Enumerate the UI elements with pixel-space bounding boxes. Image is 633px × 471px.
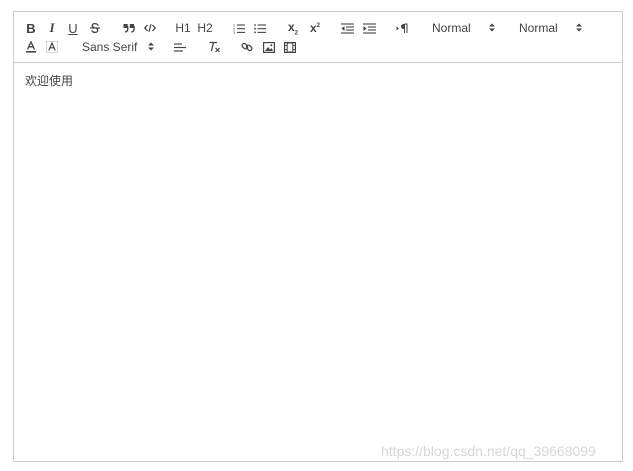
superscript-button[interactable]: x2 xyxy=(306,19,324,37)
text-color-button[interactable] xyxy=(22,38,40,56)
strike-button[interactable] xyxy=(86,19,104,37)
underline-button[interactable]: U xyxy=(64,19,82,37)
svg-text:3: 3 xyxy=(233,31,235,34)
picker-arrows-icon xyxy=(576,23,582,32)
outdent-button[interactable] xyxy=(338,19,356,37)
ordered-list-button[interactable]: 1 2 3 xyxy=(230,19,248,37)
strikethrough-icon xyxy=(90,22,100,34)
h2-icon: H2 xyxy=(197,21,213,35)
subscript-base: x xyxy=(287,19,295,34)
header-picker-label: Normal xyxy=(519,21,558,35)
header-1-button[interactable]: H1 xyxy=(173,19,193,37)
font-picker-label: Sans Serif xyxy=(82,40,138,54)
subscript-button[interactable]: x2 xyxy=(284,19,302,37)
blockquote-button[interactable] xyxy=(120,19,138,37)
rich-text-editor: B I U H1 H2 1 2 3 x2 x2 Normal Normal Sa… xyxy=(13,11,623,462)
picker-arrows-icon xyxy=(148,42,154,51)
italic-icon: I xyxy=(49,20,55,35)
indent-button[interactable] xyxy=(360,19,378,37)
picker-arrows-icon xyxy=(489,23,495,32)
bold-button[interactable]: B xyxy=(22,19,40,37)
video-icon xyxy=(284,41,296,53)
background-color-icon xyxy=(46,41,58,53)
watermark-url: https://blog.csdn.net/qq_39668099 xyxy=(381,443,596,459)
link-button[interactable] xyxy=(238,38,256,56)
header-picker[interactable]: Normal xyxy=(519,19,599,37)
align-button[interactable] xyxy=(171,38,189,56)
indent-icon xyxy=(362,22,376,34)
outdent-icon xyxy=(340,22,354,34)
superscript-icon: x2 xyxy=(309,21,321,35)
size-picker[interactable]: Normal xyxy=(432,19,512,37)
ordered-list-icon: 1 2 3 xyxy=(233,23,245,34)
subscript-icon: x2 xyxy=(287,19,299,37)
code-icon xyxy=(144,24,156,32)
size-picker-label: Normal xyxy=(432,21,471,35)
background-color-button[interactable] xyxy=(43,38,61,56)
header-2-button[interactable]: H2 xyxy=(195,19,215,37)
link-icon xyxy=(241,42,253,52)
superscript-base: x xyxy=(309,21,317,35)
image-button[interactable] xyxy=(260,38,278,56)
font-picker[interactable]: Sans Serif xyxy=(82,38,162,56)
code-block-button[interactable] xyxy=(141,19,159,37)
underline-icon: U xyxy=(68,20,78,36)
italic-button[interactable]: I xyxy=(43,19,61,37)
text-color-icon xyxy=(26,41,36,53)
bullet-list-button[interactable] xyxy=(251,19,269,37)
image-icon xyxy=(263,41,275,53)
quote-icon xyxy=(123,24,135,33)
clear-format-icon xyxy=(209,41,220,53)
clear-format-button[interactable] xyxy=(205,38,223,56)
align-left-icon xyxy=(174,42,186,52)
text-direction-button[interactable] xyxy=(393,19,411,37)
video-button[interactable] xyxy=(281,38,299,56)
editor-toolbar: B I U H1 H2 1 2 3 x2 x2 Normal Normal Sa… xyxy=(14,12,622,63)
bullet-list-icon xyxy=(254,23,266,33)
text-direction-icon xyxy=(396,23,407,33)
bold-icon: B xyxy=(26,20,36,36)
editor-content[interactable]: 欢迎使用 xyxy=(25,72,73,89)
h1-icon: H1 xyxy=(175,21,191,35)
